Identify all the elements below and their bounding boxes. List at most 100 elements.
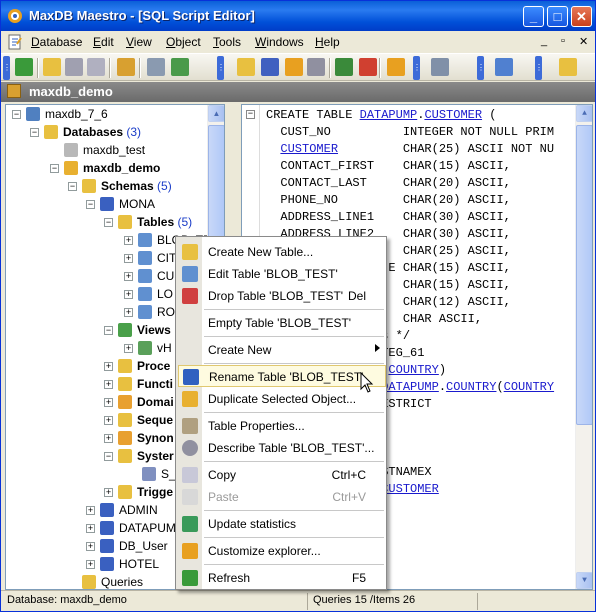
chart-icon[interactable]: [359, 58, 377, 76]
code-line[interactable]: ADDRESS_LINE1 CHAR(30) ASCII,: [266, 209, 510, 226]
register-icon[interactable]: [171, 58, 189, 76]
collapse-icon[interactable]: −: [104, 326, 113, 335]
menu-item-customize-explorer[interactable]: Customize explorer...: [178, 540, 386, 562]
expand-icon[interactable]: +: [86, 560, 95, 569]
collapse-icon[interactable]: −: [104, 218, 113, 227]
tree-node-table[interactable]: LO: [138, 285, 173, 303]
menu-item-describe-table[interactable]: Describe Table 'BLOB_TEST'...: [178, 437, 386, 459]
scroll-up-button[interactable]: ▲: [208, 105, 224, 122]
document-script-icon[interactable]: [7, 34, 23, 50]
expand-icon[interactable]: +: [124, 290, 133, 299]
sql-editor-icon[interactable]: [237, 58, 255, 76]
menu-windows[interactable]: Windows: [255, 35, 304, 49]
menu-item-duplicate[interactable]: Duplicate Selected Object...: [178, 388, 386, 410]
tree-node-schema-hotel[interactable]: HOTEL: [100, 555, 159, 573]
tree-node-queries[interactable]: Queries: [82, 573, 143, 589]
tree-node-synonyms[interactable]: Synon: [118, 429, 174, 447]
menu-item-rename-table[interactable]: Rename Table 'BLOB_TEST': [178, 365, 386, 387]
query-builder-icon[interactable]: [261, 58, 279, 76]
tree-node-table[interactable]: CU: [138, 267, 174, 285]
menu-item-copy[interactable]: Copy Ctrl+C: [178, 464, 386, 486]
mdi-minimize-button[interactable]: _: [541, 35, 547, 47]
tree-node-schema-mona[interactable]: MONA: [100, 195, 155, 213]
toolbar-grip[interactable]: ⋮: [217, 56, 225, 80]
expand-icon[interactable]: +: [124, 308, 133, 317]
menu-item-drop-table[interactable]: Drop Table 'BLOB_TEST' Del: [178, 285, 386, 307]
menu-help[interactable]: Help: [315, 35, 340, 49]
tree-node-schema-admin[interactable]: ADMIN: [100, 501, 158, 519]
scroll-thumb[interactable]: [576, 125, 592, 425]
tree-node-view[interactable]: vH: [138, 339, 172, 357]
scroll-down-button[interactable]: ▼: [576, 572, 592, 589]
menu-database[interactable]: Database: [31, 35, 82, 49]
expand-icon[interactable]: +: [124, 272, 133, 281]
mdi-close-button[interactable]: ✕: [579, 35, 588, 48]
expand-icon[interactable]: +: [86, 542, 95, 551]
database-tab-bar[interactable]: maxdb_demo: [1, 82, 595, 102]
menu-item-create-new[interactable]: Create New: [178, 339, 386, 361]
menu-item-table-properties[interactable]: Table Properties...: [178, 415, 386, 437]
toolbar-grip[interactable]: ⋮: [535, 56, 543, 80]
expand-icon[interactable]: +: [104, 488, 113, 497]
mdi-restore-button[interactable]: ▫: [561, 35, 565, 47]
window-icon[interactable]: [495, 58, 513, 76]
export-icon[interactable]: [335, 58, 353, 76]
code-line[interactable]: CONTACT_LAST CHAR(20) ASCII,: [266, 175, 510, 192]
collapse-icon[interactable]: −: [30, 128, 39, 137]
menu-view[interactable]: View: [126, 35, 152, 49]
connect-icon[interactable]: [117, 58, 135, 76]
collapse-icon[interactable]: −: [50, 164, 59, 173]
toolbar-grip[interactable]: ⋮: [3, 56, 11, 80]
tree-node-domains[interactable]: Domai: [118, 393, 174, 411]
collapse-icon[interactable]: −: [12, 110, 21, 119]
menu-item-edit-table[interactable]: Edit Table 'BLOB_TEST': [178, 263, 386, 285]
scroll-up-button[interactable]: ▲: [576, 105, 592, 122]
code-line[interactable]: CUST_NO INTEGER NOT NULL PRIM: [266, 124, 554, 141]
tree-node-db-test[interactable]: maxdb_test: [64, 141, 145, 159]
tree-node-databases[interactable]: Databases (3): [44, 123, 141, 141]
menu-edit[interactable]: Edit: [93, 35, 114, 49]
code-line[interactable]: CREATE TABLE DATAPUMP.CUSTOMER (: [266, 107, 496, 124]
tree-node-system-table[interactable]: S_t: [142, 465, 179, 483]
add-object-icon[interactable]: [43, 58, 61, 76]
code-line[interactable]: PHONE_NO CHAR(20) ASCII,: [266, 192, 510, 209]
help-icon[interactable]: [559, 58, 577, 76]
expand-icon[interactable]: +: [86, 506, 95, 515]
expand-icon[interactable]: +: [104, 380, 113, 389]
menu-item-empty-table[interactable]: Empty Table 'BLOB_TEST': [178, 312, 386, 334]
fold-icon[interactable]: −: [246, 110, 255, 119]
filter-icon[interactable]: [431, 58, 449, 76]
tree-node-table[interactable]: RO: [138, 303, 175, 321]
toolbar-grip[interactable]: ⋮: [413, 56, 421, 80]
disconnect-icon[interactable]: [147, 58, 165, 76]
code-line[interactable]: CUSTOMER CHAR(25) ASCII NOT NU: [266, 141, 554, 158]
tree-node-procedures[interactable]: Proce: [118, 357, 170, 375]
minimize-button[interactable]: _: [523, 6, 544, 27]
expand-icon[interactable]: +: [124, 254, 133, 263]
toolbar-grip[interactable]: ⋮: [477, 56, 485, 80]
expand-icon[interactable]: +: [124, 236, 133, 245]
drop-object-icon[interactable]: [87, 58, 105, 76]
menu-item-create-table[interactable]: Create New Table...: [178, 241, 386, 263]
expand-icon[interactable]: +: [104, 434, 113, 443]
expand-icon[interactable]: +: [104, 416, 113, 425]
expand-icon[interactable]: +: [124, 344, 133, 353]
print-icon[interactable]: [307, 58, 325, 76]
expand-icon[interactable]: +: [86, 524, 95, 533]
expand-icon[interactable]: +: [104, 398, 113, 407]
tree-node-system[interactable]: Syster: [118, 447, 174, 465]
maximize-button[interactable]: □: [547, 6, 568, 27]
menu-tools[interactable]: Tools: [213, 35, 241, 49]
tree-node-triggers[interactable]: Trigge: [118, 483, 173, 501]
menu-object[interactable]: Object: [166, 35, 201, 49]
expand-icon[interactable]: +: [104, 362, 113, 371]
script-runner-icon[interactable]: [285, 58, 303, 76]
tree-node-views[interactable]: Views: [118, 321, 171, 339]
menu-item-paste[interactable]: Paste Ctrl+V: [178, 486, 386, 508]
tree-node-server[interactable]: maxdb_7_6: [26, 105, 108, 123]
tree-node-tables[interactable]: Tables (5): [118, 213, 192, 231]
code-line[interactable]: CONTACT_FIRST CHAR(15) ASCII,: [266, 158, 510, 175]
close-button[interactable]: ✕: [571, 6, 592, 27]
tree-node-db-demo[interactable]: maxdb_demo: [64, 159, 160, 177]
tree-node-schemas[interactable]: Schemas (5): [82, 177, 172, 195]
